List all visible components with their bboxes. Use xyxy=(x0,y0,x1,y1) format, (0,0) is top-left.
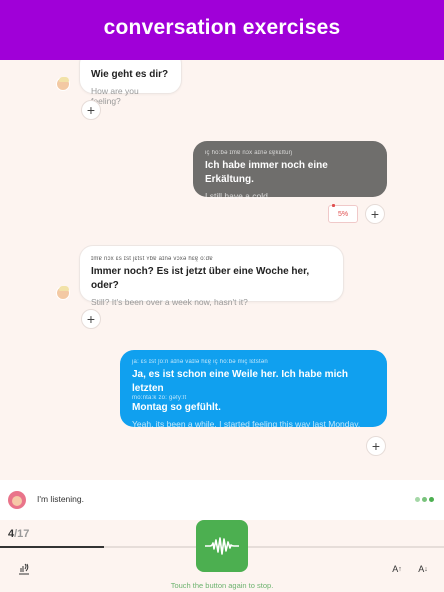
message-text-line2: Montag so gefühlt. xyxy=(132,402,221,413)
add-icon: + xyxy=(86,311,96,327)
mic-hint-text: Touch the button again to stop. xyxy=(170,581,274,590)
partner-message-bubble[interactable]: Wie geht es dir? How are you feeling? xyxy=(79,60,182,106)
partner-avatar xyxy=(56,286,70,300)
current-message-bubble[interactable]: ja: ɛs ɪst ʃo:n aɪnə vaɪlə hɛɐ̯ iç ho:bə… xyxy=(120,350,387,429)
progress-fill xyxy=(0,546,105,548)
add-icon: + xyxy=(371,438,381,454)
add-phrase-button[interactable]: + xyxy=(365,204,385,224)
listening-status-bar: I'm listening. xyxy=(0,480,444,520)
assistant-avatar xyxy=(8,491,26,509)
listening-status-text: I'm listening. xyxy=(37,494,84,504)
message-text: Immer noch? Es ist jetzt über eine Woche… xyxy=(91,266,310,291)
message-phonetics: ɪmɐ nɔx ɛs ɪst jɛtst ʏbɐ aɪnə vɔxə hɛɐ̯ … xyxy=(91,256,213,262)
message-translation: I still have a cold. xyxy=(205,191,271,201)
add-phrase-button[interactable]: + xyxy=(81,100,101,120)
arrow-up-icon: ↑ xyxy=(398,565,402,573)
arrow-down-icon: ↓ xyxy=(424,565,428,573)
message-translation: Still? It's been over a week now, hasn't… xyxy=(91,297,248,307)
partner-avatar xyxy=(56,77,70,91)
message-translation: Yeah, its been a while. I started feelin… xyxy=(132,419,361,429)
font-increase-button[interactable]: A ↑ xyxy=(389,561,405,577)
header-bar: conversation exercises xyxy=(0,0,444,60)
message-phonetics-line2: mo:nta:k zo: gəfy:lt xyxy=(132,395,187,401)
speaker-settings-icon[interactable] xyxy=(16,561,32,577)
soundwave-icon xyxy=(205,537,239,555)
microphone-button[interactable] xyxy=(196,520,248,572)
message-text: Ich habe immer noch eine Erkältung. xyxy=(205,160,328,185)
progress-counter: 4/17 xyxy=(8,528,29,540)
bottom-control-panel: 4/17 A ↑ A ↓ Touch the button again to sto… xyxy=(0,520,444,592)
add-phrase-button[interactable]: + xyxy=(366,436,386,456)
message-text: Wie geht es dir? xyxy=(91,69,169,80)
add-icon: + xyxy=(86,102,96,118)
progress-total: /17 xyxy=(14,528,30,540)
score-value: 5% xyxy=(337,210,349,218)
font-decrease-button[interactable]: A ↓ xyxy=(415,561,431,577)
message-translation: How are you feeling? xyxy=(91,86,139,106)
message-phonetics: ja: ɛs ɪst ʃo:n aɪnə vaɪlə hɛɐ̯ iç ho:bə… xyxy=(132,359,268,365)
typing-dots-icon xyxy=(415,497,434,502)
user-message-bubble[interactable]: iç ho:bə ɪmɐ nɔx aɪnə ɛɐ̯kɛltuŋ Ich habe… xyxy=(193,141,387,201)
conversation-area[interactable]: Wie geht es dir? How are you feeling? + … xyxy=(0,60,444,475)
add-phrase-button[interactable]: + xyxy=(81,309,101,329)
partner-message-bubble[interactable]: ɪmɐ nɔx ɛs ɪst jɛtst ʏbɐ aɪnə vɔxə hɛɐ̯ … xyxy=(79,245,344,307)
page-title: conversation exercises xyxy=(103,16,341,39)
add-icon: + xyxy=(370,206,380,222)
pronunciation-score-badge[interactable]: 5% xyxy=(328,204,358,223)
message-phonetics: iç ho:bə ɪmɐ nɔx aɪnə ɛɐ̯kɛltuŋ xyxy=(205,150,293,156)
message-text-line1: Ja, es ist schon eine Weile her. Ich hab… xyxy=(132,369,349,394)
